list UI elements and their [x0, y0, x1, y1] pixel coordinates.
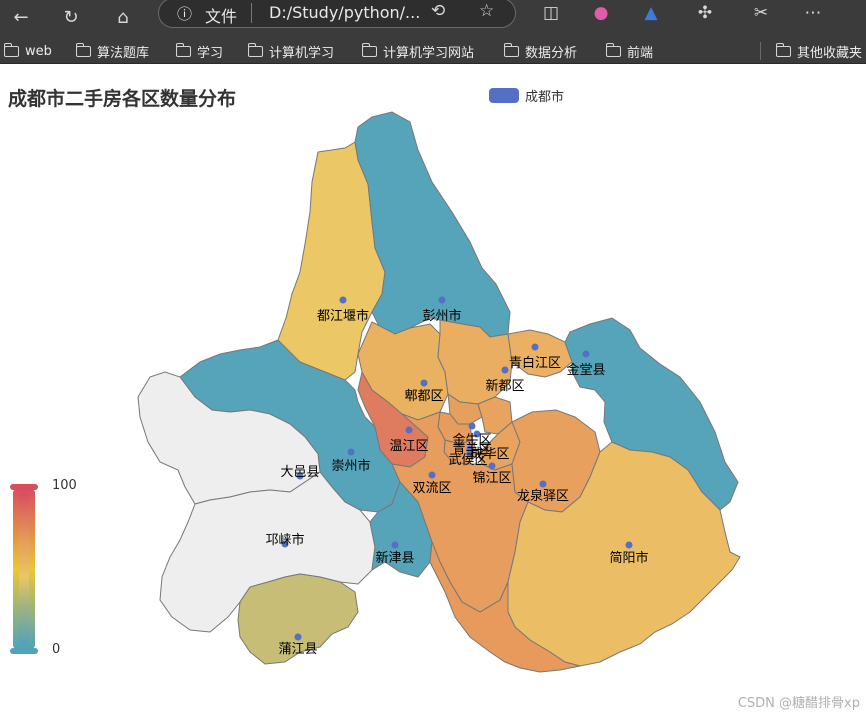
- region-marker[interactable]: [488, 462, 496, 470]
- region-label: 双流区: [412, 481, 451, 496]
- bookmark-label: 计算机学习网站: [383, 45, 475, 61]
- chengdu-map: 都江堰市 彭州市郫都区新都区青白江区 金堂县温江区 金牛区青羊区成华区武侯区锦江区崇州…: [137, 111, 741, 673]
- region-marker[interactable]: [405, 426, 413, 434]
- extensions-puzzle-icon[interactable]: ✣: [690, 0, 720, 26]
- region-label: 彭州市: [422, 308, 461, 324]
- region-marker[interactable]: [420, 379, 428, 387]
- address-scheme-label: 文件: [205, 7, 238, 26]
- region-marker[interactable]: [438, 296, 446, 304]
- bookmark-label: 学习: [197, 45, 224, 61]
- region-label: 青白江区: [509, 355, 561, 371]
- region-label: 大邑县: [280, 465, 319, 480]
- reading-mode-icon[interactable]: ◫: [536, 0, 566, 26]
- region-marker[interactable]: [539, 480, 547, 488]
- region-label: 崇州市: [331, 458, 370, 474]
- region-label: 龙泉驿区: [517, 488, 569, 504]
- region-marker[interactable]: [468, 422, 476, 430]
- folder-icon: [175, 42, 191, 57]
- visual-map-max-label: 100: [52, 478, 77, 493]
- region-marker[interactable]: [428, 471, 436, 479]
- region-marker[interactable]: [391, 541, 399, 549]
- region-label: 新津县: [375, 550, 414, 566]
- bookmark-other-favorites[interactable]: 其他收藏夹: [775, 41, 863, 61]
- region-marker[interactable]: [294, 633, 302, 641]
- bookmark-algorithms[interactable]: 算法题库: [75, 41, 150, 61]
- region-label: 都江堰市: [317, 308, 369, 324]
- region-marker[interactable]: [339, 296, 347, 304]
- region-marker[interactable]: [582, 350, 590, 358]
- favorite-star-icon[interactable]: ☆: [479, 1, 494, 21]
- folder-icon: [503, 42, 519, 57]
- region-label: 锦江区: [472, 471, 511, 486]
- address-divider: [251, 3, 252, 23]
- bookmarks-bar: web 算法题库 学习 计算机学习 计算机学习网站 数据分析 前端 其他收藏夹: [0, 36, 866, 64]
- watermark: CSDN @糖醋排骨xp: [737, 696, 860, 711]
- bookmark-label: web: [25, 43, 52, 59]
- bookmark-label: 前端: [627, 45, 654, 61]
- info-icon[interactable]: ⓘ: [177, 3, 192, 24]
- home-icon[interactable]: ⌂: [110, 6, 136, 30]
- folder-icon: [75, 42, 91, 57]
- region-label: 邛崃市: [265, 532, 304, 548]
- bookmark-cs-learning[interactable]: 计算机学习: [247, 41, 335, 61]
- visual-map[interactable]: [10, 484, 40, 654]
- bookmark-label: 计算机学习: [269, 45, 335, 61]
- region-label: 蒲江县: [278, 642, 317, 657]
- region-label: 简阳市: [609, 550, 648, 566]
- visual-map-min-label: 0: [52, 642, 61, 657]
- visual-map-bar: [13, 489, 35, 649]
- bookmark-study[interactable]: 学习: [175, 41, 224, 61]
- folder-icon: [3, 42, 19, 57]
- region-marker[interactable]: [347, 448, 355, 456]
- folder-icon: [775, 42, 791, 57]
- address-bar[interactable]: ⓘ 文件 D:/Study/python/... ⟲ ☆: [158, 0, 516, 28]
- address-url[interactable]: D:/Study/python/...: [269, 3, 420, 22]
- bookmark-label: 数据分析: [525, 45, 578, 61]
- bookmark-cs-sites[interactable]: 计算机学习网站: [361, 41, 475, 61]
- visual-map-low-handle[interactable]: [10, 648, 38, 654]
- bookmark-frontend[interactable]: 前端: [605, 41, 654, 61]
- bookmark-data-analysis[interactable]: 数据分析: [503, 41, 578, 61]
- page-content: 成都市二手房各区数量分布 成都市 都江堰市 彭州市 郫都区 新都区 青白江区 金堂县 温江区…: [0, 72, 866, 718]
- bookmark-label: 算法题库: [97, 45, 150, 61]
- region-label: 新都区: [485, 378, 524, 394]
- region-marker[interactable]: [501, 366, 509, 374]
- copilot-extension-icon[interactable]: ●: [586, 0, 616, 26]
- folder-icon: [247, 42, 263, 57]
- folder-icon: [361, 42, 377, 57]
- region-marker[interactable]: [531, 343, 539, 351]
- bookmarks-divider: [760, 42, 761, 60]
- browser-toolbar: ← ↻ ⌂ ⓘ 文件 D:/Study/python/... ⟲ ☆ ◫ ● ▲…: [0, 0, 866, 36]
- bookmark-label: 其他收藏夹: [797, 45, 863, 61]
- bookmark-web[interactable]: web: [3, 41, 52, 61]
- region-label: 金堂县: [566, 362, 605, 378]
- folder-icon: [605, 42, 621, 57]
- translate-icon[interactable]: ⟲: [431, 1, 445, 21]
- back-arrow-icon[interactable]: ←: [8, 6, 34, 30]
- region-label: 温江区: [389, 439, 428, 454]
- region-marker[interactable]: [625, 541, 633, 549]
- more-menu-icon[interactable]: ⋯: [798, 0, 828, 26]
- region-label: 郫都区: [404, 388, 443, 404]
- region-label: 武侯区: [448, 453, 487, 468]
- map-region[interactable]: [354, 111, 511, 338]
- refresh-icon[interactable]: ↻: [58, 6, 84, 30]
- screenshot-icon[interactable]: ✂: [746, 0, 776, 26]
- vpn-extension-icon[interactable]: ▲: [636, 0, 666, 26]
